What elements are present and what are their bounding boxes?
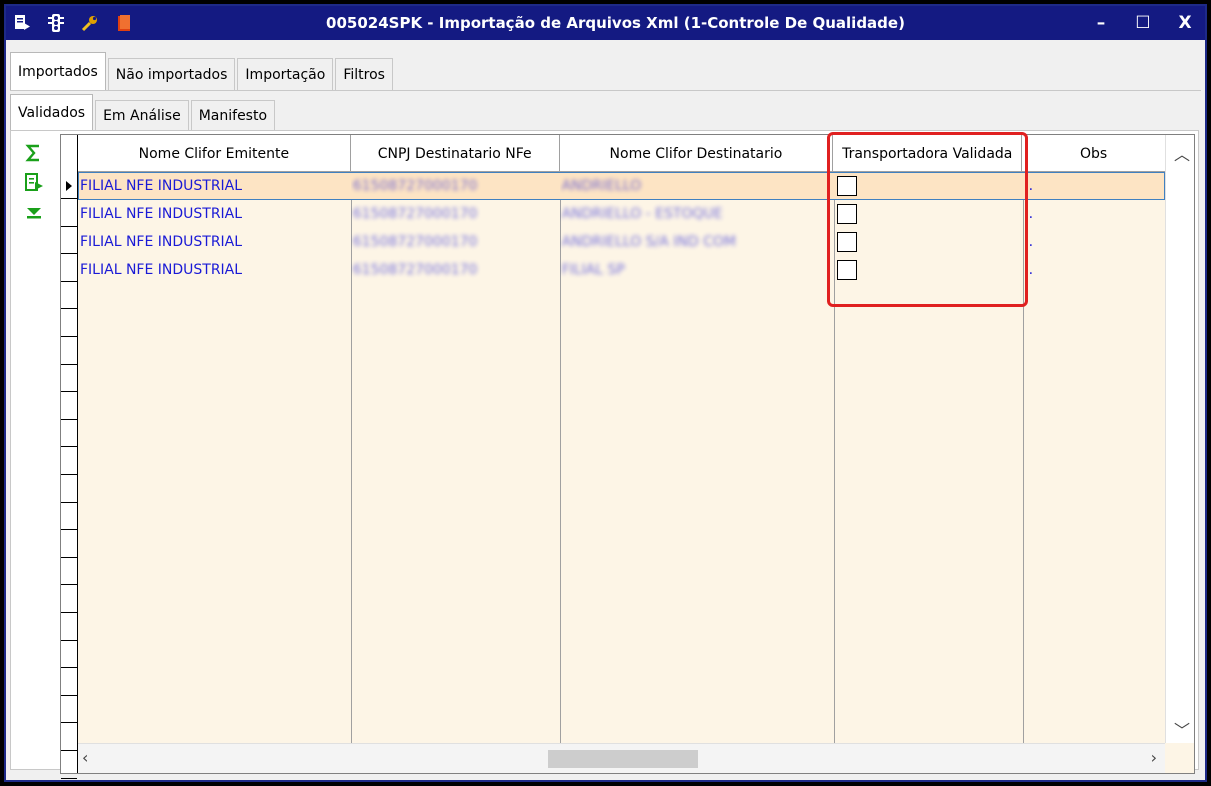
row-indicator-cell: [61, 255, 77, 282]
main-tabs: Importados Não importados Importação Fil…: [10, 52, 395, 90]
collapse-down-icon[interactable]: [23, 202, 45, 224]
cell-transportadora-validada: [833, 256, 1022, 284]
title-bar: 005024SPK - Importação de Arquivos Xml (…: [6, 6, 1205, 40]
window-title: 005024SPK - Importação de Arquivos Xml (…: [326, 14, 905, 32]
column-header-destinatario[interactable]: Nome Clifor Destinatario: [560, 135, 834, 172]
scroll-corner: [1165, 743, 1194, 773]
table-row[interactable]: FILIAL NFE INDUSTRIAL 61508727000170 FILIA…: [78, 256, 1165, 284]
cell-cnpj[interactable]: 61508727000170: [351, 200, 560, 228]
cell-obs[interactable]: ..: [1022, 200, 1165, 228]
cell-obs[interactable]: ..: [1022, 172, 1165, 200]
table-row[interactable]: FILIAL NFE INDUSTRIAL 61508727000170 ANDRI…: [78, 228, 1165, 256]
traffic-light-icon[interactable]: [46, 13, 66, 33]
row-indicator-cell: [61, 724, 77, 751]
column-header-emitente[interactable]: Nome Clifor Emitente: [78, 135, 351, 172]
tab-divider: [10, 90, 1201, 91]
transportadora-validada-checkbox[interactable]: [837, 232, 858, 252]
transportadora-validada-checkbox[interactable]: [837, 260, 858, 280]
destinatario-value: ANDRIELLO: [561, 178, 642, 194]
export-icon[interactable]: [23, 172, 45, 194]
tab-em-analise[interactable]: Em Análise: [95, 100, 189, 130]
row-indicator-cell: [61, 752, 77, 779]
column-header-transportadora[interactable]: Transportadora Validada: [833, 135, 1023, 172]
table-row[interactable]: FILIAL NFE INDUSTRIAL 61508727000170 ANDRI…: [78, 200, 1165, 228]
row-indicator-cell: [61, 669, 77, 696]
scroll-right-icon[interactable]: ›: [1151, 748, 1157, 767]
data-grid: Nome Clifor Emitente CNPJ Destinatario N…: [60, 134, 1195, 779]
row-indicator-cell: [61, 503, 77, 531]
horizontal-scroll-thumb[interactable]: [548, 750, 698, 768]
scroll-left-icon[interactable]: ‹: [82, 748, 88, 767]
current-row-marker-icon: [66, 181, 72, 191]
cnpj-value: 61508727000170: [352, 262, 478, 278]
cell-cnpj[interactable]: 61508727000170: [351, 228, 560, 256]
tab-nao-importados[interactable]: Não importados: [107, 58, 236, 90]
cell-emitente[interactable]: FILIAL NFE INDUSTRIAL: [78, 200, 351, 228]
cell-destinatario[interactable]: ANDRIELLO S/A IND COM: [560, 228, 834, 256]
row-indicator-cell: [61, 393, 77, 420]
cell-obs[interactable]: ..: [1022, 256, 1165, 284]
table-row[interactable]: FILIAL NFE INDUSTRIAL 61508727000170 ANDRI…: [66, 172, 1165, 200]
cell-cnpj[interactable]: 61508727000170: [351, 256, 560, 284]
tab-validados[interactable]: Validados: [10, 94, 94, 130]
row-indicator-cell: [61, 227, 77, 255]
transportadora-validada-checkbox[interactable]: [837, 176, 858, 196]
scroll-up-icon[interactable]: ︿: [1174, 141, 1190, 165]
wrench-icon[interactable]: [80, 13, 100, 33]
column-header-obs[interactable]: Obs: [1022, 135, 1165, 172]
sub-tabs: Validados Em Análise Manifesto: [10, 94, 277, 130]
cell-destinatario[interactable]: FILIAL SP: [560, 256, 834, 284]
scroll-down-icon[interactable]: ﹀: [1174, 717, 1190, 741]
tab-manifesto[interactable]: Manifesto: [190, 100, 276, 130]
row-indicator-cell: [61, 338, 77, 365]
tab-filtros[interactable]: Filtros: [335, 58, 393, 90]
book-icon[interactable]: [114, 13, 134, 33]
cell-emitente[interactable]: FILIAL NFE INDUSTRIAL: [78, 228, 351, 256]
cell-emitente[interactable]: FILIAL NFE INDUSTRIAL: [78, 172, 351, 200]
cell-destinatario[interactable]: ANDRIELLO: [560, 172, 834, 200]
app-window: 005024SPK - Importação de Arquivos Xml (…: [4, 4, 1207, 782]
cnpj-value: 61508727000170: [352, 178, 478, 194]
row-indicator-cell: [61, 531, 77, 558]
row-indicator-cell: [61, 614, 77, 641]
cell-cnpj[interactable]: 61508727000170: [351, 172, 560, 200]
row-indicator-cell: [61, 558, 77, 586]
grid-header: Nome Clifor Emitente CNPJ Destinatario N…: [78, 135, 1165, 172]
row-indicator-cell: [61, 641, 77, 669]
row-indicator-cell: [61, 200, 77, 227]
sum-icon[interactable]: [23, 142, 45, 164]
cell-obs[interactable]: ..: [1022, 228, 1165, 256]
row-indicator-cell: [61, 282, 77, 310]
cell-emitente[interactable]: FILIAL NFE INDUSTRIAL: [78, 256, 351, 284]
row-indicator-cell: [61, 448, 77, 475]
row-indicator-cell: [61, 420, 77, 448]
cell-destinatario[interactable]: ANDRIELLO - ESTOQUE: [560, 200, 834, 228]
cell-transportadora-validada: [833, 200, 1022, 228]
row-indicator-cell: [61, 476, 77, 503]
cell-transportadora-validada: [833, 172, 1022, 200]
maximize-button[interactable]: ☐: [1131, 11, 1155, 35]
document-arrow-icon[interactable]: [12, 13, 32, 33]
grid-rows: FILIAL NFE INDUSTRIAL 61508727000170 ANDRI…: [66, 172, 1165, 284]
vertical-scrollbar[interactable]: ︿ ﹀: [1165, 135, 1194, 743]
row-indicator-cell: [61, 696, 77, 724]
row-indicator-column: [61, 135, 78, 779]
cnpj-value: 61508727000170: [352, 234, 478, 250]
cnpj-value: 61508727000170: [352, 206, 478, 222]
row-indicator-cell: [61, 310, 77, 337]
transportadora-validada-checkbox[interactable]: [837, 204, 858, 224]
destinatario-value: ANDRIELLO - ESTOQUE: [561, 206, 723, 222]
horizontal-scrollbar[interactable]: ‹ ›: [78, 743, 1165, 773]
destinatario-value: ANDRIELLO S/A IND COM: [561, 234, 737, 250]
row-indicator-cell: [61, 365, 77, 393]
tab-importados[interactable]: Importados: [10, 52, 106, 90]
close-button[interactable]: X: [1173, 11, 1197, 35]
destinatario-value: FILIAL SP: [561, 262, 625, 278]
column-header-cnpj[interactable]: CNPJ Destinatario NFe: [351, 135, 560, 172]
row-indicator-cell: [61, 586, 77, 613]
tab-importacao[interactable]: Importação: [237, 58, 334, 90]
cell-transportadora-validada: [833, 228, 1022, 256]
minimize-button[interactable]: –: [1089, 11, 1113, 35]
side-toolbar: [16, 142, 52, 224]
